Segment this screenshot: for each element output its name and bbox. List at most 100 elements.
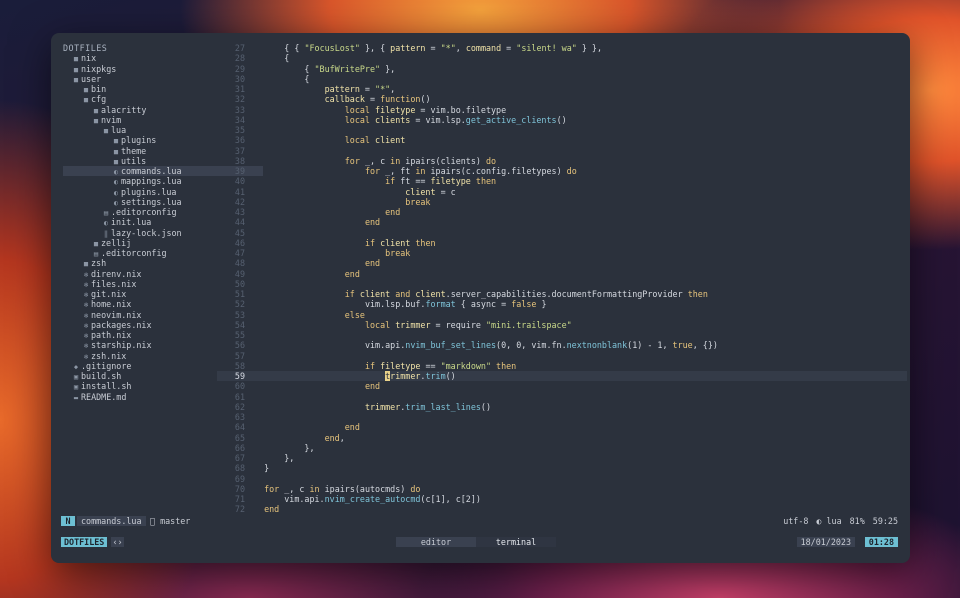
code-line[interactable]: 38 for _, c in ipairs(clients) do	[217, 156, 907, 166]
line-number: 66	[234, 442, 245, 453]
tab-editor[interactable]: editor	[396, 537, 476, 547]
code-line[interactable]: 33 local filetype = vim.bo.filetype	[217, 105, 907, 115]
code-line[interactable]: 46 if client then	[217, 238, 907, 248]
code-line[interactable]: 69	[217, 474, 907, 484]
code-line[interactable]: 59 trimmer.trim()	[217, 371, 907, 382]
tree-item-label: files.nix	[91, 278, 137, 289]
code-token: trimmer	[395, 319, 431, 330]
code-line[interactable]: 42 break	[217, 197, 907, 207]
code-line[interactable]: 39 for _, ft in ipairs(c.config.filetype…	[217, 166, 907, 176]
code-line[interactable]: 71 vim.api.nvim_create_autocmd(c[1], c[2…	[217, 494, 907, 504]
code-token: in	[309, 483, 325, 494]
code-line[interactable]: 32 callback = function()	[217, 94, 907, 104]
tree-item-label: lua	[111, 125, 127, 135]
line-number: 44	[234, 217, 245, 228]
code-line[interactable]: 68 }	[217, 463, 907, 473]
code-token: rimmer	[390, 371, 421, 381]
code-line[interactable]: 35	[217, 125, 907, 135]
code-line[interactable]: 50	[217, 279, 907, 289]
code-token: for	[264, 483, 285, 494]
tree-item-label: zsh.nix	[91, 350, 127, 361]
code-token: =	[364, 94, 381, 105]
code-line[interactable]: 55	[217, 330, 907, 340]
code-line[interactable]: 41 client = c	[217, 187, 907, 197]
code-token: }	[264, 463, 270, 474]
code-line[interactable]: 49 end	[217, 269, 907, 279]
code-line[interactable]: 48 end	[217, 258, 907, 268]
code-token: client	[380, 237, 411, 248]
code-line[interactable]: 27 { { "FocusLost" }, { pattern = "*", c…	[217, 43, 907, 53]
code-line[interactable]: 56 vim.api.nvim_buf_set_lines(0, 0, vim.…	[217, 340, 907, 350]
code-line[interactable]: 36 local client	[217, 135, 907, 145]
code-token: = c	[435, 186, 456, 197]
code-line[interactable]: 28 {	[217, 53, 907, 63]
code-line[interactable]: 63	[217, 412, 907, 422]
code-line[interactable]: 45	[217, 228, 907, 238]
code-token: local	[344, 135, 376, 146]
code-line[interactable]: 61	[217, 392, 907, 402]
code-line[interactable]: 65 end,	[217, 433, 907, 443]
code-line[interactable]: 47 break	[217, 248, 907, 258]
code-line[interactable]: 52 vim.lsp.buf.format { async = false }	[217, 299, 907, 309]
code-line[interactable]: 43 end	[217, 207, 907, 217]
code-line[interactable]: 60 end	[217, 381, 907, 391]
tree-item-label: home.nix	[91, 299, 132, 310]
code-token: then	[470, 176, 497, 187]
code-line[interactable]: 57	[217, 351, 907, 361]
code-line[interactable]: 30 {	[217, 74, 907, 84]
file-type: ◐ lua	[816, 516, 842, 526]
git-branch:  master	[150, 516, 190, 526]
tree-item-label: plugins	[121, 135, 157, 146]
code-line[interactable]: 31 pattern = "*",	[217, 84, 907, 94]
code-line[interactable]: 40 if ft == filetype then	[217, 176, 907, 186]
tree-item-label: direnv.nix	[91, 268, 142, 279]
cursor-position: 59:25	[872, 516, 898, 526]
code-token: ,	[455, 43, 466, 53]
code-token: end	[385, 207, 401, 217]
code-line[interactable]: 66 },	[217, 443, 907, 453]
code-token: , {})	[692, 340, 718, 351]
tree-item-label: alacritty	[101, 104, 147, 115]
code-token: = require	[430, 319, 486, 330]
line-number: 59	[234, 371, 245, 381]
code-token: },	[380, 63, 396, 74]
code-line[interactable]: 53 else	[217, 310, 907, 320]
code-line[interactable]: 58 if filetype == "markdown" then	[217, 361, 907, 371]
code-token: if	[385, 176, 401, 187]
code-token: "FocusLost"	[304, 43, 360, 53]
code-line[interactable]: 64 end	[217, 422, 907, 432]
code-line[interactable]: 44 end	[217, 217, 907, 227]
code-token: format	[425, 299, 456, 310]
line-number: 36	[234, 135, 245, 146]
code-line[interactable]: 37	[217, 146, 907, 156]
line-number: 65	[234, 432, 245, 443]
code-line[interactable]: 51 if client and client.server_capabilit…	[217, 289, 907, 299]
tab-terminal[interactable]: terminal	[476, 537, 556, 547]
code-editor[interactable]: 27 { { "FocusLost" }, { pattern = "*", c…	[217, 43, 907, 515]
code-line[interactable]: 70 for _, c in ipairs(autocmds) do	[217, 484, 907, 494]
code-token: trim_last_lines	[405, 401, 481, 412]
code-line[interactable]: 34 local clients = vim.lsp.get_active_cl…	[217, 115, 907, 125]
line-number: 53	[234, 309, 245, 320]
code-token: else	[344, 309, 365, 320]
line-number: 52	[234, 299, 245, 310]
statusline-right: utf-8 ◐ lua 81% 59:25	[783, 514, 898, 528]
line-number: 30	[234, 73, 245, 84]
code-token: _, c	[284, 483, 310, 494]
code-line[interactable]: 54 local trimmer = require "mini.trailsp…	[217, 320, 907, 330]
session-arrow-icon[interactable]: ‹›	[111, 537, 124, 547]
code-line[interactable]: 72 end	[217, 504, 907, 514]
code-line[interactable]: 67 },	[217, 453, 907, 463]
code-line[interactable]: 62 trimmer.trim_last_lines()	[217, 402, 907, 412]
line-number: 62	[234, 401, 245, 412]
code-token: (1) - 1,	[627, 340, 673, 351]
code-line[interactable]: 29 { "BufWritePre" },	[217, 64, 907, 74]
